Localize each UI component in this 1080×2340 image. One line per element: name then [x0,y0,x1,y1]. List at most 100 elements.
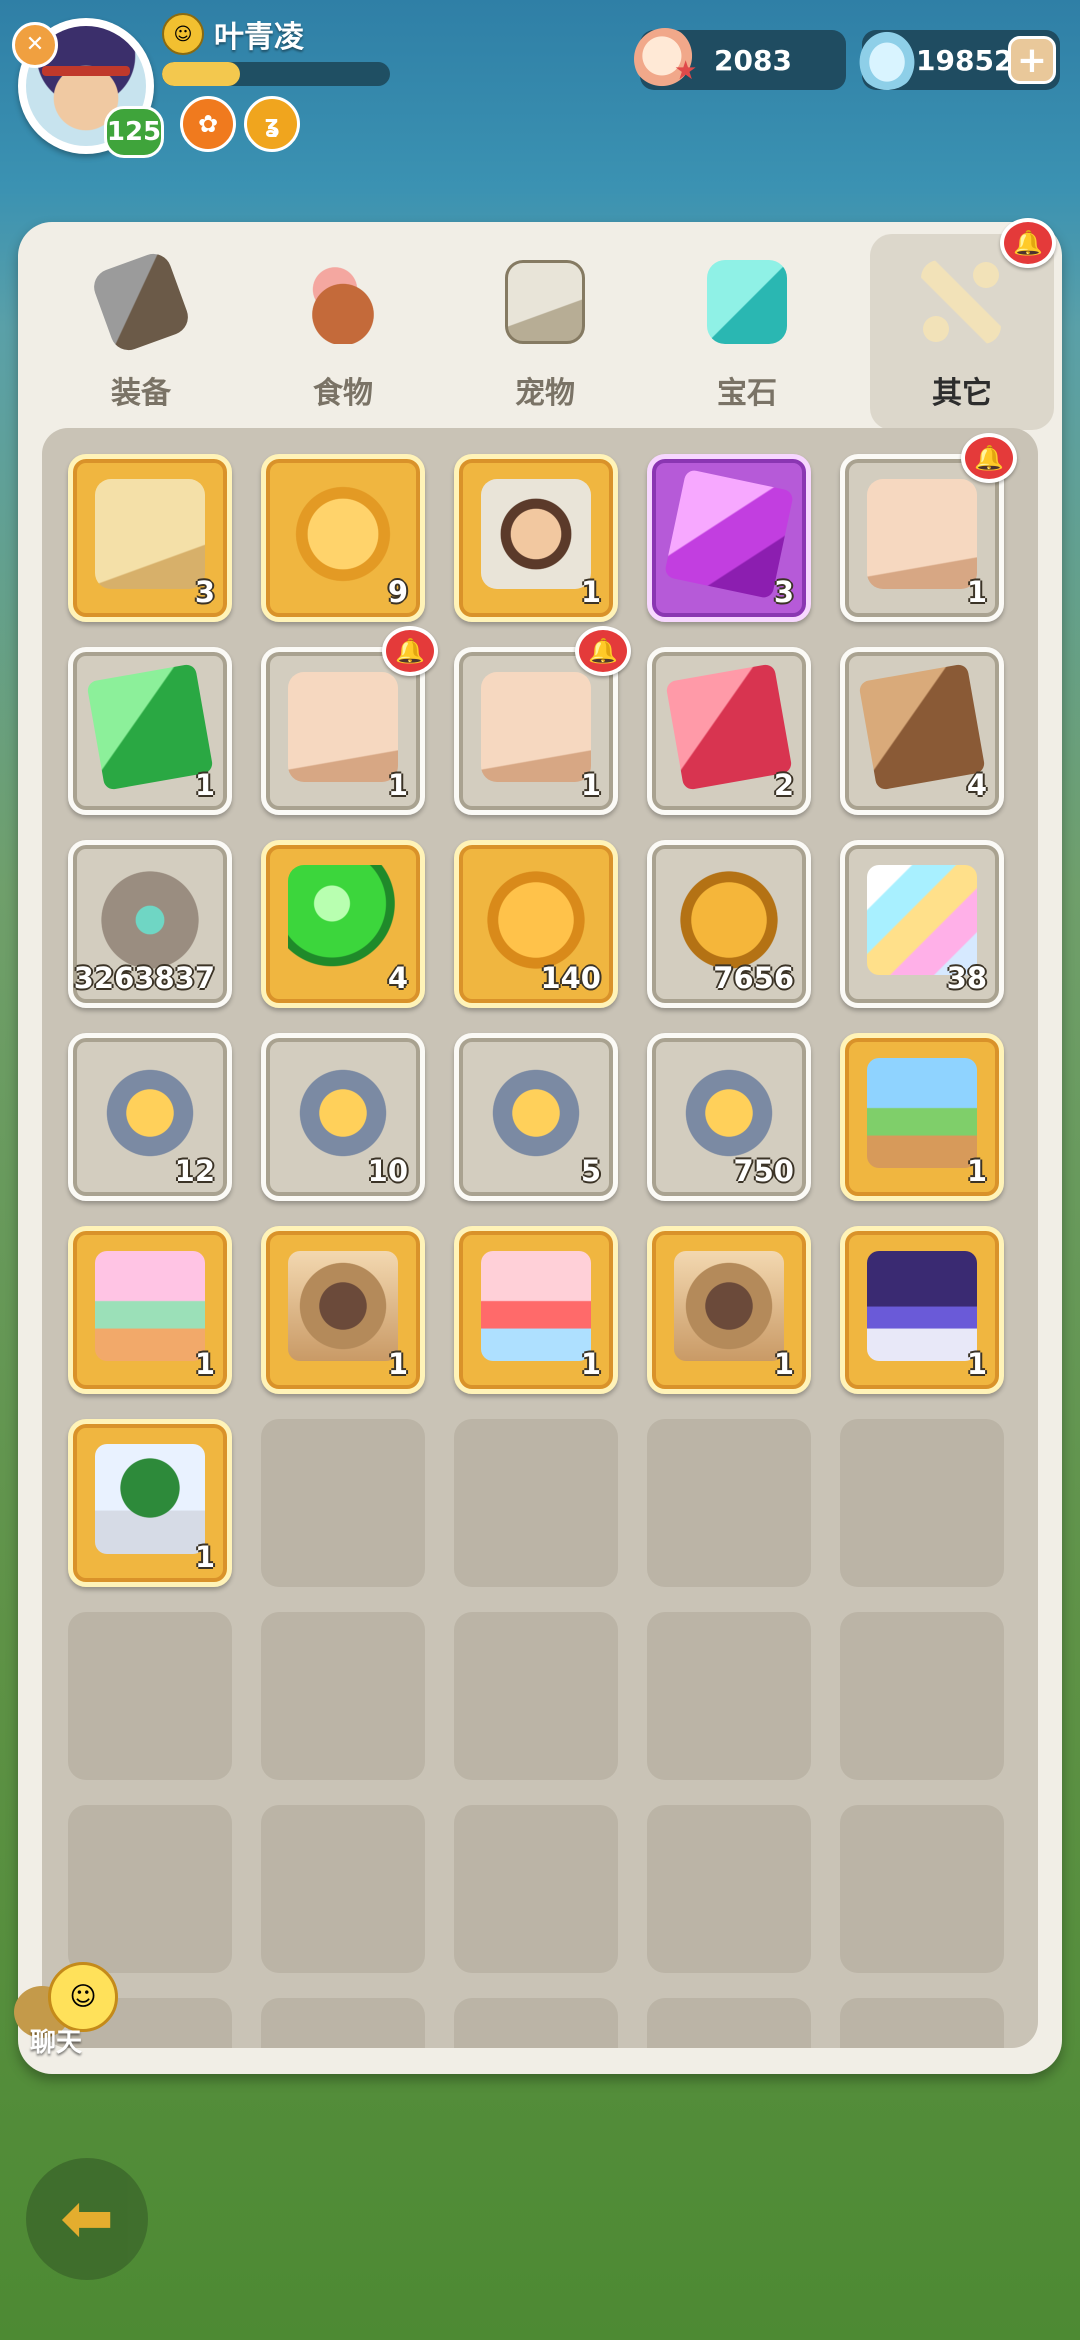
inventory-item-slot[interactable]: 1 🔔 [454,626,631,815]
item-count: 9 [387,575,408,609]
empty-inventory-slot[interactable] [261,1805,425,1973]
scene-purple-item-icon [867,1251,977,1361]
frame-item-icon [288,1251,398,1361]
inventory-item-slot[interactable]: 1 [68,1226,232,1394]
buff-paw-icon[interactable]: ✿ [180,96,236,152]
scene-item-icon [867,1058,977,1168]
portrait-item-icon [481,479,591,589]
inventory-item-slot[interactable]: 1 [68,1419,232,1587]
inventory-item-slot[interactable]: 3263837 [68,840,232,1008]
coin3-item-icon [674,865,784,975]
pet-skull-icon [505,260,585,344]
item-count: 1 [194,1347,215,1381]
avatar-headband [42,66,130,76]
item-count: 1 [580,1347,601,1381]
item-count: 1 [773,1347,794,1381]
back-button[interactable]: ⬅ [26,2158,148,2280]
inventory-item-slot[interactable]: 10 [261,1033,425,1201]
item-count: 10 [367,1154,408,1188]
empty-inventory-slot[interactable] [454,1612,618,1780]
empty-inventory-slot[interactable] [840,1612,1004,1780]
inventory-item-slot[interactable]: 1 🔔 [261,626,438,815]
inventory-item-slot[interactable]: 750 [647,1033,811,1201]
item-count: 1 [387,768,408,802]
inventory-item-slot[interactable]: 1 [68,647,232,815]
inventory-item-slot[interactable]: 5 [454,1033,618,1201]
empty-inventory-slot[interactable] [454,1419,618,1587]
close-icon[interactable]: ✕ [12,22,58,68]
inventory-item-slot[interactable]: 12 [68,1033,232,1201]
item-count: 38 [946,961,987,995]
inventory-grid-area[interactable]: 3 9 1 3 1 🔔 1 1 🔔 1 🔔 2 4 3263837 4 140 7656 38 12 10 5 750 1 1… [42,428,1038,2048]
gem-icon [856,28,918,90]
chat-button[interactable]: ☺ 聊天 [14,1962,124,2062]
starfish-icon: ★ [674,56,698,86]
inventory-item-slot[interactable]: 1 🔔 [840,433,1017,622]
buff-coin-icon[interactable]: ʓ [244,96,300,152]
inventory-item-slot[interactable]: 7656 [647,840,811,1008]
coin2-item-icon [481,865,591,975]
empty-inventory-slot[interactable] [454,1998,618,2048]
tab-label: 宝石 [717,376,777,411]
item-count: 1 [387,1347,408,1381]
parch-item-icon [288,672,398,782]
frame-item-icon [674,1251,784,1361]
notification-bell-icon: 🔔 [382,626,438,676]
tab-food[interactable]: 食物 [252,234,434,430]
inventory-item-slot[interactable]: 38 [840,840,1004,1008]
puzzle-item-icon [674,1058,784,1168]
inventory-item-slot[interactable]: 2 [647,647,811,815]
inventory-item-slot[interactable]: 9 [261,454,425,622]
inventory-tabs: 装备 食物 宠物 宝石 其它 🔔 [38,218,1056,434]
empty-inventory-slot[interactable] [647,1612,811,1780]
shell-amount: 2083 [714,43,792,77]
tab-equipment[interactable]: 装备 [50,234,232,430]
empty-inventory-slot[interactable] [840,1998,1004,2048]
empty-inventory-slot[interactable] [840,1419,1004,1587]
item-count: 1 [194,768,215,802]
item-count: 1 [580,768,601,802]
level-text: 125 [106,117,162,147]
puzzle-item-icon [288,1058,398,1168]
tab-pet[interactable]: 宠物 [454,234,636,430]
empty-inventory-slot[interactable] [647,1419,811,1587]
inventory-item-slot[interactable]: 4 [840,647,1004,815]
item-count: 1 [580,575,601,609]
inventory-panel: 装备 食物 宠物 宝石 其它 🔔 3 9 1 3 1 🔔 1 1 🔔 1 🔔 2 4 3263837 4 14… [18,218,1062,2074]
inventory-item-slot[interactable]: 3 [68,454,232,622]
empty-inventory-slot[interactable] [840,1805,1004,1973]
inventory-item-slot[interactable]: 1 [261,1226,425,1394]
empty-inventory-slot[interactable] [647,1998,811,2048]
tab-other[interactable]: 其它 🔔 [870,218,1056,430]
hammer-icon [89,248,193,356]
item-count: 3263837 [73,961,215,995]
back-arrow-icon: ⬅ [60,2182,114,2256]
scene-pink-item-icon [95,1251,205,1361]
inventory-item-slot[interactable]: 1 [840,1033,1004,1201]
currency-shell[interactable]: ★ 2083 [634,28,846,90]
item-count: 2 [773,768,794,802]
emoji-face-icon: ☺ [162,13,204,55]
exp-progress-fill [162,62,240,86]
inventory-item-slot[interactable]: 1 [454,1226,618,1394]
empty-inventory-slot[interactable] [261,1419,425,1587]
inventory-item-slot[interactable]: 1 [840,1226,1004,1394]
tab-gem[interactable]: 宝石 [656,234,838,430]
inventory-item-slot[interactable]: 140 [454,840,618,1008]
inventory-item-slot[interactable]: 1 [454,454,618,622]
empty-inventory-slot[interactable] [68,1612,232,1780]
empty-inventory-slot[interactable] [68,1805,232,1973]
puzzle-item-icon [95,1058,205,1168]
add-currency-button[interactable]: + [1008,36,1056,84]
empty-inventory-slot[interactable] [454,1805,618,1973]
currency-gem[interactable]: 198524 + [856,28,1060,90]
inventory-item-slot[interactable]: 1 [647,1226,811,1394]
item-count: 3 [194,575,215,609]
empty-inventory-slot[interactable] [261,1998,425,2048]
scroll-item-icon [95,479,205,589]
empty-inventory-slot[interactable] [647,1805,811,1973]
inventory-item-slot[interactable]: 3 [647,454,811,622]
inventory-item-slot[interactable]: 4 [261,840,425,1008]
empty-inventory-slot[interactable] [261,1612,425,1780]
tab-label: 宠物 [515,376,575,411]
